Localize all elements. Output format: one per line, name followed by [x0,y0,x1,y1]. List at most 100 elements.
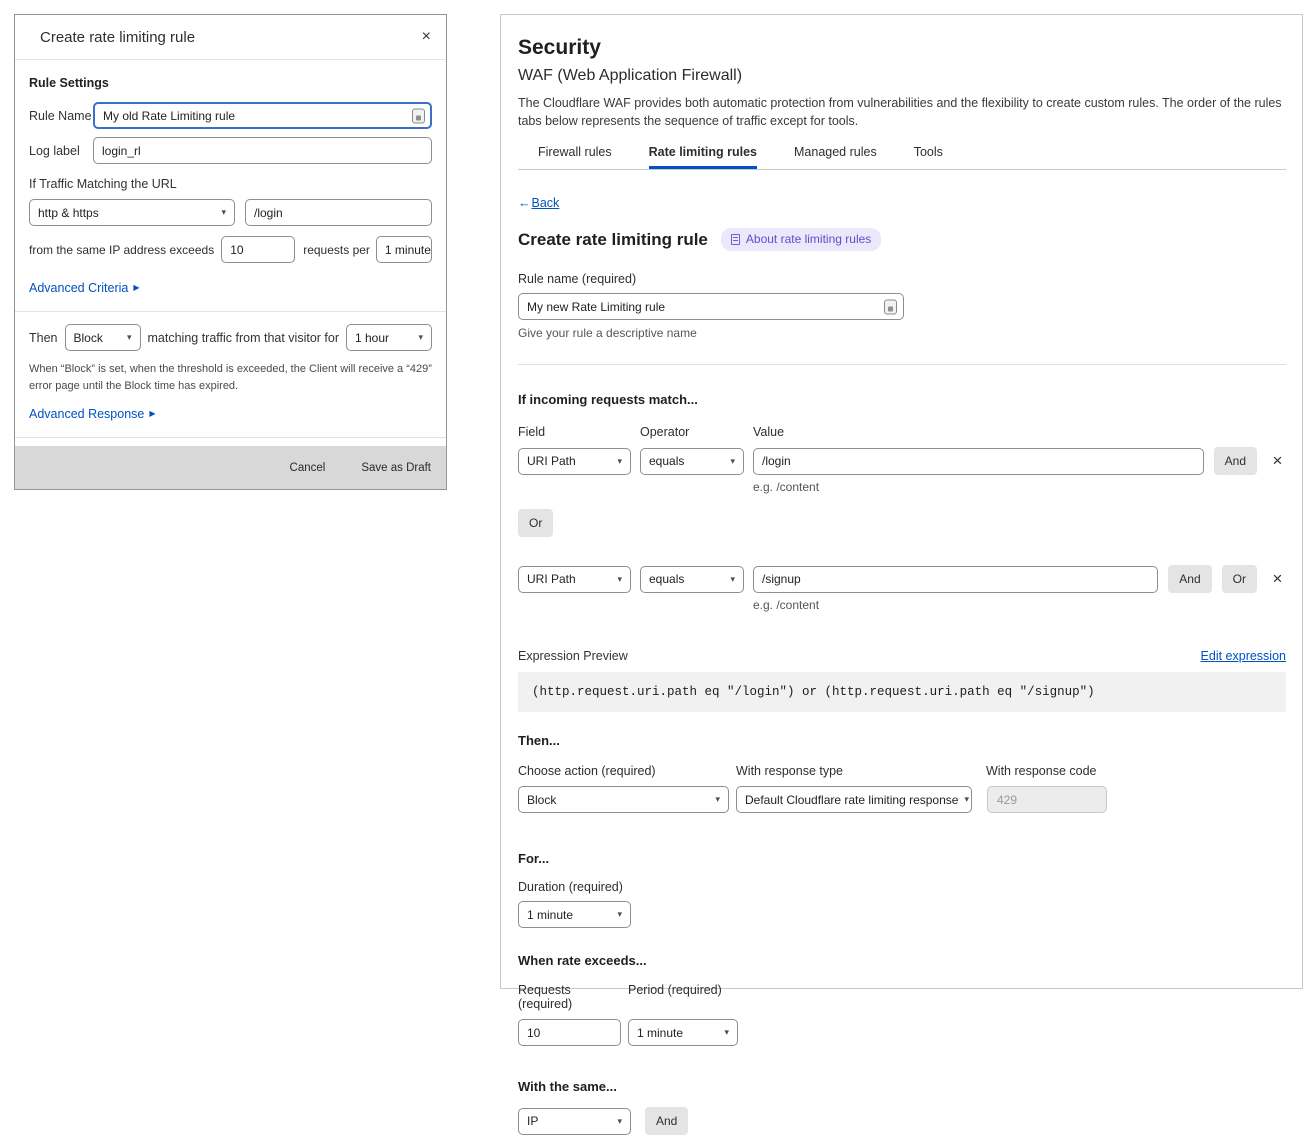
block-note: When “Block” is set, when the threshold … [29,361,432,395]
value-input[interactable] [753,566,1158,593]
rate-section-heading: When rate exceeds... [518,953,1286,968]
match-section-heading: If incoming requests match... [518,392,1286,407]
close-icon[interactable]: × [422,29,431,45]
action-select[interactable]: Block ▾ [65,324,141,351]
field-select[interactable]: URI Path ▾ [518,448,631,475]
response-code-label: With response code [986,764,1096,778]
chevron-down-icon: ▾ [730,574,735,585]
field-select[interactable]: URI Path ▾ [518,566,631,593]
requests-label: Requests (required) [518,983,628,1011]
then-section-heading: Then... [518,733,1286,748]
operator-select[interactable]: equals ▾ [640,566,744,593]
rule-name-label: Rule Name [29,109,93,123]
rate-labels-row: Requests (required) Period (required) [518,983,1286,1011]
same-and-button[interactable]: And [645,1107,688,1135]
about-rate-limiting-badge[interactable]: About rate limiting rules [721,228,881,251]
rule-name-row: Rule Name [29,102,432,129]
field-column-label: Field [518,425,640,439]
document-icon [731,234,740,245]
block-duration-select[interactable]: 1 hour ▾ [346,324,432,351]
condition-row: URI Path ▾ equals ▾ And Or × [518,565,1286,593]
rule-name-input[interactable] [93,102,432,129]
rule-name-input[interactable] [518,293,904,320]
for-section-heading: For... [518,851,1286,866]
triangle-right-icon: ▶ [149,410,155,418]
then-labels-row: Choose action (required) With response t… [518,764,1286,778]
chevron-down-icon: ▾ [617,1116,622,1127]
log-label-label: Log label [29,144,93,158]
modal-title: Create rate limiting rule [40,29,195,46]
url-input[interactable] [245,199,432,226]
then-row: Then Block ▾ matching traffic from that … [29,324,432,351]
page-subtitle: WAF (Web Application Firewall) [518,67,1286,85]
tab-tools[interactable]: Tools [914,145,943,169]
expression-preview-label: Expression Preview [518,649,628,663]
save-as-draft-button[interactable]: Save as Draft [361,462,431,474]
value-hint: e.g. /content [753,480,1286,494]
requests-count-input[interactable] [221,236,295,263]
chevron-down-icon: ▾ [418,332,423,343]
tab-managed-rules[interactable]: Managed rules [794,145,877,169]
response-type-label: With response type [736,764,986,778]
action-select[interactable]: Block ▾ [518,786,729,813]
chevron-down-icon: ▾ [617,574,622,585]
tab-firewall-rules[interactable]: Firewall rules [538,145,612,169]
autofill-icon[interactable] [412,108,425,123]
chevron-down-icon: ▾ [730,456,735,467]
modal-footer: Cancel Save as Draft [15,446,446,489]
operator-column-label: Operator [640,425,753,439]
legacy-rate-limit-modal: Create rate limiting rule × Rule Setting… [14,14,447,490]
then-label: Then [29,331,58,345]
log-label-input[interactable] [93,137,432,164]
chevron-down-icon: ▾ [127,332,132,343]
requests-input[interactable] [518,1019,621,1046]
same-section-heading: With the same... [518,1079,1286,1094]
value-column-label: Value [753,425,784,439]
period-select[interactable]: 1 minute ▾ [376,236,432,263]
chevron-down-icon: ▾ [617,456,622,467]
traffic-matching-label: If Traffic Matching the URL [29,177,432,191]
remove-condition-icon[interactable]: × [1269,451,1286,471]
tab-rate-limiting-rules[interactable]: Rate limiting rules [649,145,757,169]
advanced-response-link[interactable]: Advanced Response ▶ [29,407,156,421]
remove-condition-icon[interactable]: × [1269,569,1286,589]
section-divider [518,364,1286,365]
edit-expression-link[interactable]: Edit expression [1201,649,1286,663]
expression-code: (http.request.uri.path eq "/login") or (… [518,672,1286,712]
back-arrow-icon: ← [518,196,531,210]
modal-header: Create rate limiting rule × [15,15,446,60]
advanced-criteria-link[interactable]: Advanced Criteria ▶ [29,281,140,295]
characteristic-select[interactable]: IP ▾ [518,1108,631,1135]
matching-traffic-label: matching traffic from that visitor for [148,331,340,345]
response-code-input [987,786,1107,813]
operator-select[interactable]: equals ▾ [640,448,744,475]
duration-select[interactable]: 1 minute ▾ [518,901,631,928]
back-link[interactable]: ← Back [518,196,559,210]
scheme-select[interactable]: http & https ▾ [29,199,235,226]
url-match-row: http & https ▾ [29,199,432,226]
exceeds-label: from the same IP address exceeds [29,243,214,257]
rule-name-label: Rule name (required) [518,272,1286,286]
modal-body: Rule Settings Rule Name Log label If Tra… [15,60,446,468]
log-label-row: Log label [29,137,432,164]
or-connector-button[interactable]: Or [518,509,553,537]
period-select[interactable]: 1 minute ▾ [628,1019,738,1046]
waf-panel: Security WAF (Web Application Firewall) … [500,14,1303,989]
value-hint: e.g. /content [753,598,1286,612]
duration-label: Duration (required) [518,880,1286,894]
requests-per-label: requests per [303,243,370,257]
and-button[interactable]: And [1214,447,1257,475]
chevron-down-icon: ▾ [715,794,720,805]
choose-action-label: Choose action (required) [518,764,736,778]
value-input[interactable] [753,448,1204,475]
rule-name-group: Rule name (required) Give your rule a de… [518,272,1286,340]
chevron-down-icon: ▾ [617,909,622,920]
chevron-down-icon: ▾ [221,207,226,218]
triangle-right-icon: ▶ [133,284,139,292]
and-button[interactable]: And [1168,565,1211,593]
cancel-button[interactable]: Cancel [290,462,326,474]
response-type-select[interactable]: Default Cloudflare rate limiting respons… [736,786,972,813]
create-rule-heading: Create rate limiting rule [518,230,708,250]
or-button[interactable]: Or [1222,565,1257,593]
autofill-icon[interactable] [884,299,897,314]
